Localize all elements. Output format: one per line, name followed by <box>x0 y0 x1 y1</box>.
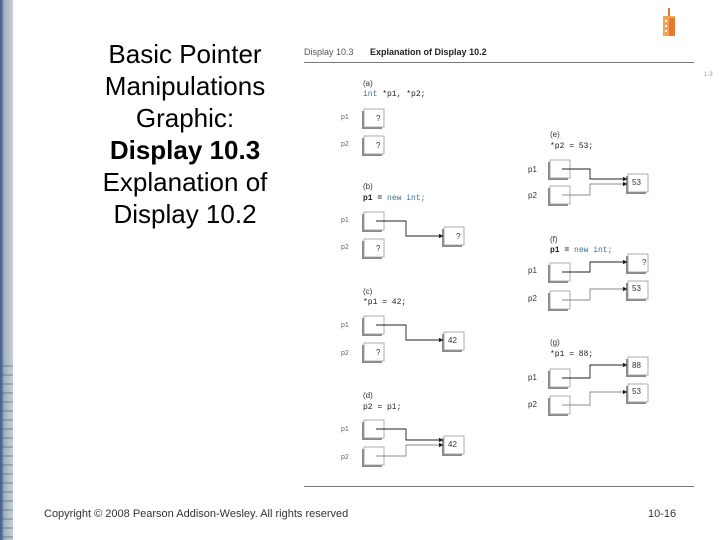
pointer-diagram: (a)int *p1, *p2;p1 ?p2 ?(b)p1 = new int;p1… <box>341 79 649 467</box>
page-number: 10-16 <box>648 508 677 520</box>
p2-label: p2 <box>341 350 349 357</box>
p1-box <box>363 108 385 128</box>
p1-label: p1 <box>341 426 349 433</box>
step-code: int *p1, *p2; <box>363 90 425 99</box>
step-label: (b) <box>363 182 373 191</box>
heap-value: 53 <box>632 178 641 187</box>
step-label: (d) <box>363 391 373 400</box>
code-keyword: int <box>363 90 377 99</box>
heap-value: ? <box>456 232 461 241</box>
pointer-arrow <box>376 220 444 239</box>
code-keyword: new int; <box>574 246 612 255</box>
heap-box <box>443 226 465 246</box>
code-text: p1 = <box>550 246 574 255</box>
p1-label: p1 <box>341 217 349 224</box>
code-keyword: new int; <box>387 194 425 203</box>
pointer-arrow-p2 <box>562 389 628 406</box>
step-label: (g) <box>550 338 560 347</box>
p1-label: p1 <box>528 266 537 275</box>
step-label: (c) <box>363 287 373 296</box>
pointer-arrow-p1 <box>562 168 628 182</box>
pointer-arrow-p2 <box>376 442 444 457</box>
code-text: p1 = <box>363 194 387 203</box>
step-code: p1 = new int; <box>363 194 425 203</box>
step-label: (a) <box>363 79 373 88</box>
p2-label: p2 <box>341 141 349 148</box>
heap-value: 53 <box>632 387 641 396</box>
heap-value: 42 <box>448 336 457 345</box>
p2-label: p2 <box>528 294 537 303</box>
p2-value: ? <box>376 141 381 150</box>
heap-value: 88 <box>632 361 641 370</box>
p2-value: ? <box>376 348 381 357</box>
p2-label: p2 <box>528 400 537 409</box>
heap-value: 42 <box>448 440 457 449</box>
p2-value: ? <box>376 244 381 253</box>
p2-box <box>363 342 385 362</box>
pointer-arrow-p1 <box>562 259 628 273</box>
step-code: p2 = p1; <box>363 403 401 412</box>
heap-value: 53 <box>632 284 641 293</box>
heap-value: ? <box>642 258 647 267</box>
code-text: *p1, *p2; <box>377 90 425 99</box>
figure-bottom-rule <box>304 486 694 487</box>
p1-label: p1 <box>528 373 537 382</box>
pointer-arrow-p1 <box>562 362 628 379</box>
p1-label: p1 <box>341 114 349 121</box>
p2-label: p2 <box>341 244 349 251</box>
pointer-arrow-p1 <box>376 428 444 443</box>
p1-label: p1 <box>341 322 349 329</box>
p1-label: p1 <box>528 165 537 174</box>
pointer-arrow-p2 <box>562 181 628 196</box>
p2-label: p2 <box>528 191 537 200</box>
pointer-arrow-p2 <box>562 286 628 301</box>
step-code: *p1 = 42; <box>363 298 406 307</box>
p2-box <box>363 135 385 155</box>
footer-copyright: Copyright © 2008 Pearson Addison-Wesley.… <box>44 508 349 520</box>
step-code: *p1 = 88; <box>550 350 593 359</box>
step-code: p1 = new int; <box>550 246 612 255</box>
step-label: (f) <box>550 235 558 244</box>
p2-label: p2 <box>341 454 349 461</box>
pointer-arrow <box>376 324 444 343</box>
step-code: *p2 = 53; <box>550 142 593 151</box>
step-label: (e) <box>550 130 560 139</box>
p1-value: ? <box>376 114 381 123</box>
p2-box <box>363 238 385 258</box>
